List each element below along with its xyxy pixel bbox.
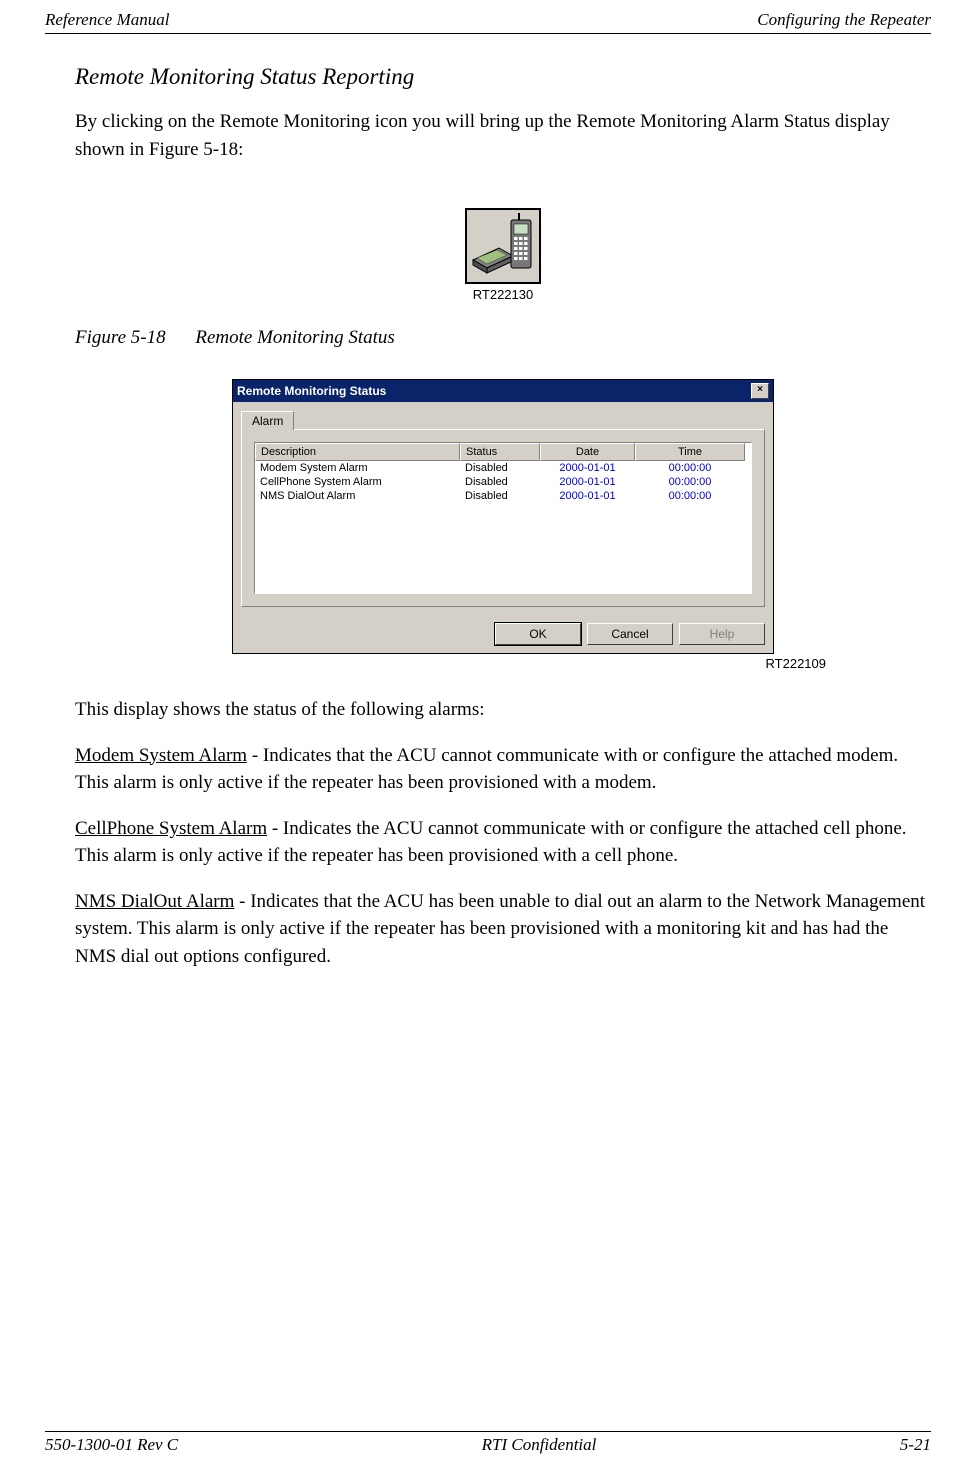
figure-title: Remote Monitoring Status <box>195 327 394 348</box>
alarm-name: CellPhone System Alarm <box>75 818 267 839</box>
alarm-desc-modem: Modem System Alarm - Indicates that the … <box>75 742 931 797</box>
tab-panel: Description Status Date Time Modem Syste… <box>241 429 765 607</box>
dialog-title: Remote Monitoring Status <box>237 384 386 398</box>
alarm-desc-cellphone: CellPhone System Alarm - Indicates the A… <box>75 815 931 870</box>
header-left: Reference Manual <box>45 10 169 30</box>
alarm-name: NMS DialOut Alarm <box>75 891 234 912</box>
figure-caption: Figure 5-18 Remote Monitoring Status <box>75 327 931 349</box>
cancel-button[interactable]: Cancel <box>587 623 673 645</box>
page-header: Reference Manual Configuring the Repeate… <box>45 10 931 34</box>
list-row[interactable]: Modem System Alarm Disabled 2000-01-01 0… <box>255 461 751 475</box>
col-description[interactable]: Description <box>255 443 460 461</box>
alarm-list[interactable]: Description Status Date Time Modem Syste… <box>254 442 752 594</box>
list-header: Description Status Date Time <box>255 443 751 461</box>
list-row[interactable]: NMS DialOut Alarm Disabled 2000-01-01 00… <box>255 489 751 503</box>
footer-center: RTI Confidential <box>482 1435 597 1455</box>
icon-figure-id: RT222130 <box>473 287 533 302</box>
dialog-figure: Remote Monitoring Status × Alarm Descrip… <box>75 379 931 671</box>
figure-number: Figure 5-18 <box>75 327 166 348</box>
remote-monitoring-icon[interactable] <box>465 208 541 284</box>
intro-paragraph: By clicking on the Remote Monitoring ico… <box>75 108 931 163</box>
footer-left: 550-1300-01 Rev C <box>45 1435 178 1455</box>
page-footer: 550-1300-01 Rev C RTI Confidential 5-21 <box>45 1431 931 1455</box>
alarm-name: Modem System Alarm <box>75 745 247 766</box>
section-title: Remote Monitoring Status Reporting <box>75 64 931 90</box>
col-time[interactable]: Time <box>635 443 745 461</box>
dialog-titlebar: Remote Monitoring Status × <box>233 380 773 402</box>
icon-figure: RT222130 <box>75 208 931 302</box>
alarm-desc-nms: NMS DialOut Alarm - Indicates that the A… <box>75 888 931 971</box>
list-row[interactable]: CellPhone System Alarm Disabled 2000-01-… <box>255 475 751 489</box>
dialog-figure-id: RT222109 <box>766 656 826 671</box>
ok-button[interactable]: OK <box>495 623 581 645</box>
help-button[interactable]: Help <box>679 623 765 645</box>
header-right: Configuring the Repeater <box>757 10 931 30</box>
footer-right: 5-21 <box>900 1435 931 1455</box>
col-date[interactable]: Date <box>540 443 635 461</box>
col-status[interactable]: Status <box>460 443 540 461</box>
tab-alarm[interactable]: Alarm <box>241 411 294 430</box>
remote-monitoring-status-dialog: Remote Monitoring Status × Alarm Descrip… <box>232 379 774 654</box>
dialog-buttons: OK Cancel Help <box>233 615 773 653</box>
close-icon[interactable]: × <box>751 383 769 399</box>
after-dialog-intro: This display shows the status of the fol… <box>75 696 931 724</box>
